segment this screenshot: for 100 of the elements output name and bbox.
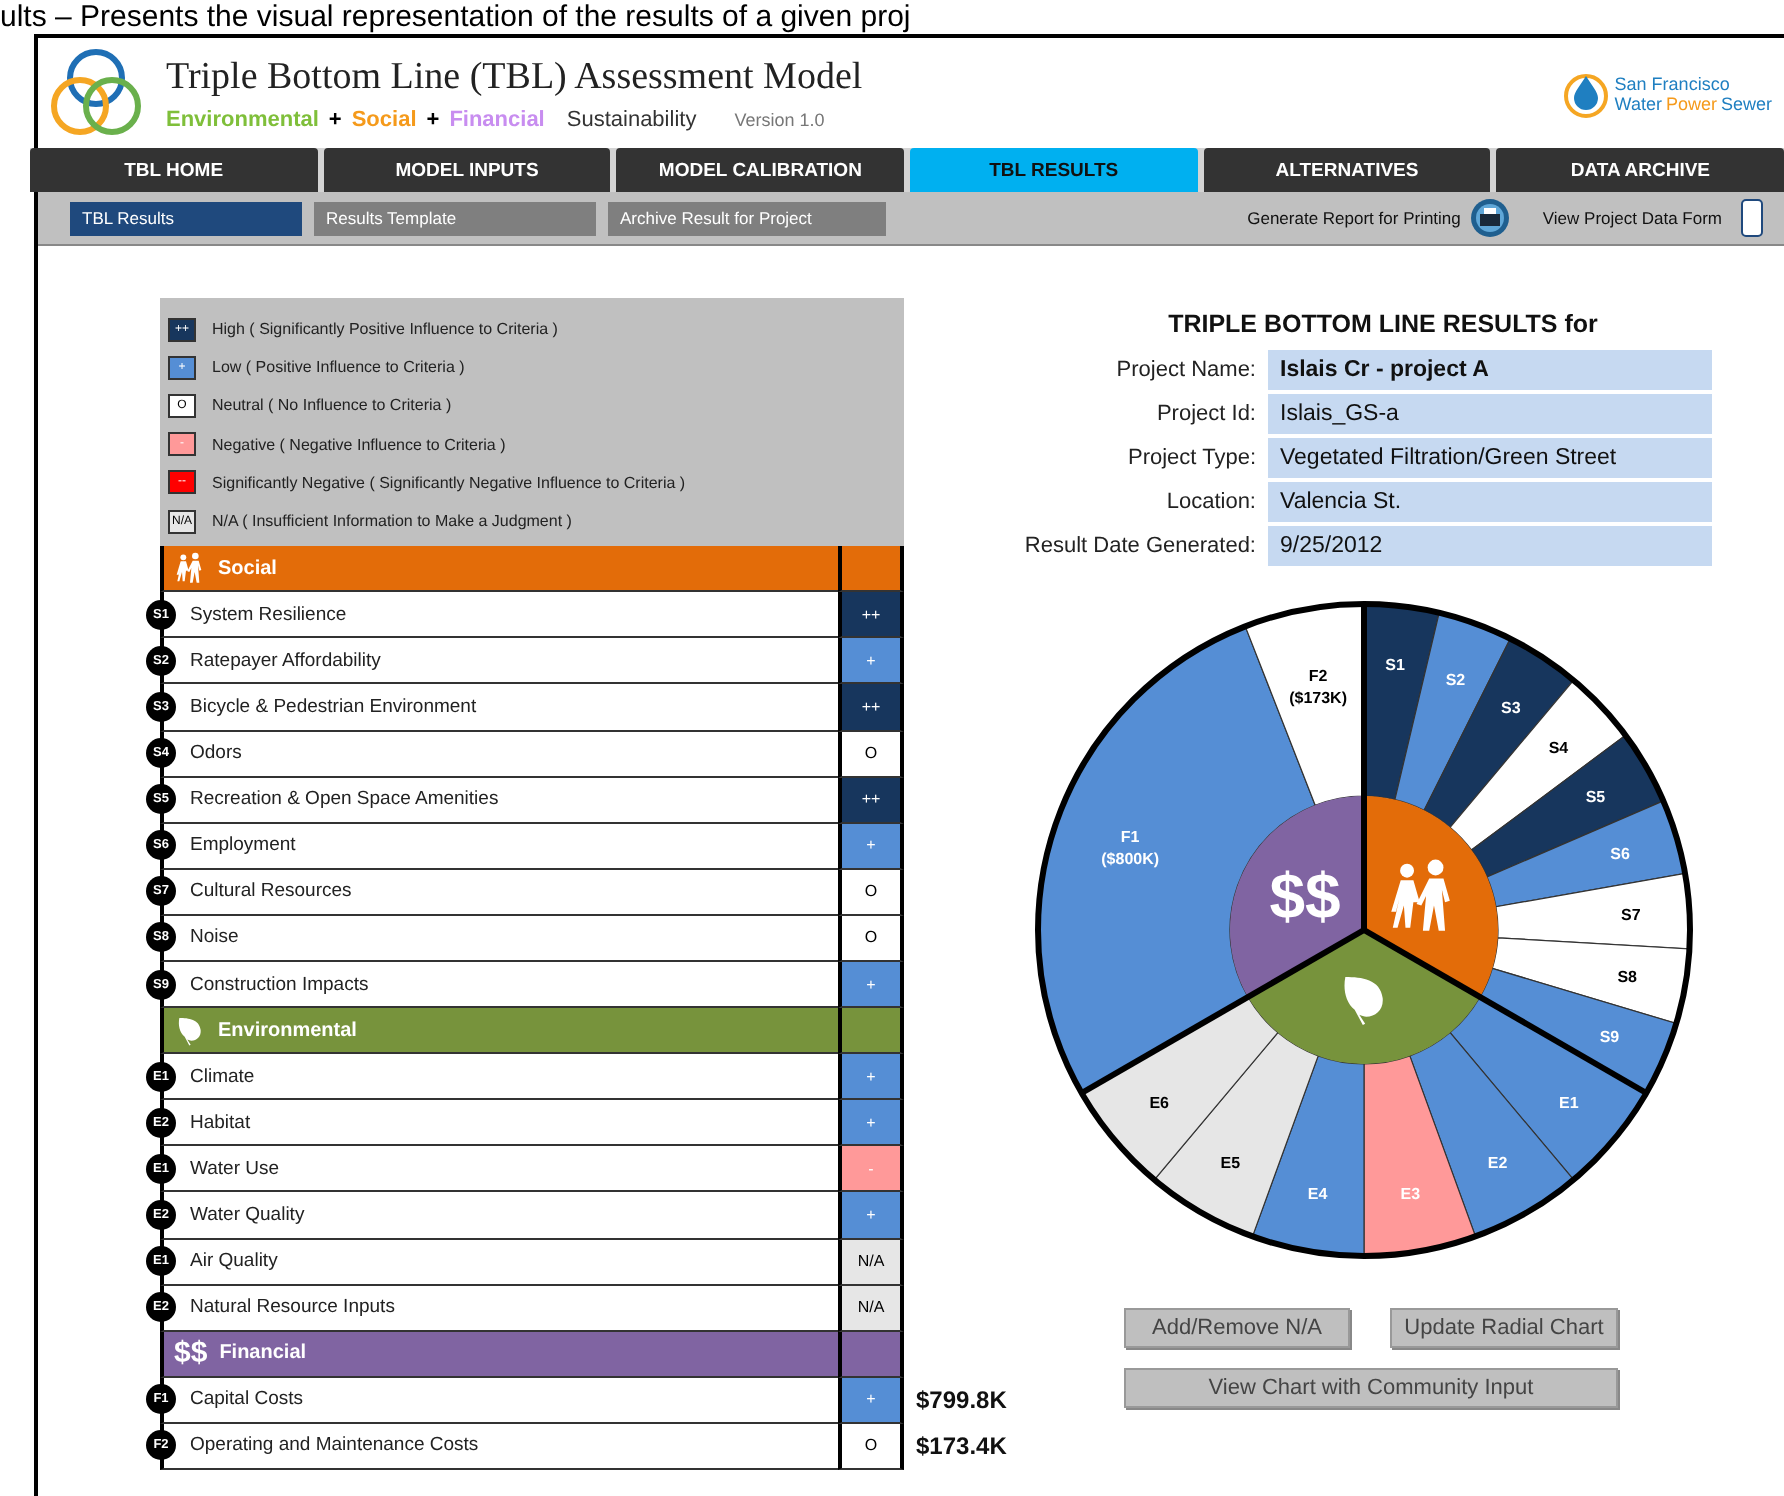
criterion-name: Cultural Resources xyxy=(190,880,352,903)
wedge-label: S2 xyxy=(1445,670,1466,689)
criterion-name: Capital Costs xyxy=(190,1388,303,1411)
sub-tab[interactable]: TBL Results xyxy=(70,201,302,235)
printer-icon xyxy=(1470,198,1511,238)
criterion-name: Recreation & Open Space Amenities xyxy=(190,788,499,811)
legend-text: Significantly Negative ( Significantly Negative Influence to Criteria ) xyxy=(212,473,686,492)
rating-cell: ++ xyxy=(838,592,904,639)
cost-amount: $799.8K xyxy=(916,1384,1007,1419)
nav-tab[interactable]: MODEL INPUTS xyxy=(323,148,611,192)
action-link[interactable]: Generate Report for Printing xyxy=(1247,198,1511,238)
rating-cell: + xyxy=(838,1054,904,1101)
action-button[interactable]: Update Radial Chart xyxy=(1390,1308,1618,1348)
action-button[interactable]: View Chart with Community Input xyxy=(1124,1368,1618,1408)
tagline-word: Social xyxy=(351,107,417,131)
criterion-name: Water Use xyxy=(190,1157,280,1180)
wedge-label: S3 xyxy=(1501,698,1521,717)
leaf-icon xyxy=(1344,977,1383,1026)
legend-text: Neutral ( No Influence to Criteria ) xyxy=(212,396,452,415)
rating-cell: + xyxy=(838,1377,904,1424)
wedge-label: E4 xyxy=(1307,1185,1328,1204)
criterion-name: Bicycle & Pedestrian Environment xyxy=(190,695,477,718)
agency-name: San Francisco xyxy=(1614,73,1732,93)
wedge-label: S6 xyxy=(1610,845,1630,864)
water-drop-logo-icon xyxy=(1564,69,1609,117)
walking-people-icon xyxy=(174,552,206,585)
criterion-name: System Resilience xyxy=(190,603,347,626)
app-title: Triple Bottom Line (TBL) Assessment Model xyxy=(166,55,863,99)
wedge-label: F2 xyxy=(1308,666,1328,685)
rating-cell: N/A xyxy=(838,1239,904,1286)
results-title: TRIPLE BOTTOM LINE RESULTS for xyxy=(1166,310,1600,338)
criterion-name: Natural Resource Inputs xyxy=(190,1296,395,1319)
dollar-sign-icon: $$ xyxy=(1269,860,1341,932)
tagline-word: + xyxy=(328,107,342,131)
wedge-label: E6 xyxy=(1149,1093,1169,1112)
action-link[interactable]: View Project Data Form xyxy=(1542,198,1772,238)
agency-word: Sewer xyxy=(1720,93,1772,113)
rating-cell: ++ xyxy=(838,777,904,824)
section-title: Environmental xyxy=(218,1019,357,1042)
field-value: Valencia St. xyxy=(1268,482,1712,522)
nav-tab[interactable]: TBL HOME xyxy=(30,148,318,192)
tagline-word: + xyxy=(426,107,440,131)
wedge-amount: ($800K) xyxy=(1101,850,1160,869)
section-title: Social xyxy=(218,557,277,580)
legend-text: High ( Significantly Positive Influence to Criteria ) xyxy=(212,320,558,339)
rating-cell: + xyxy=(838,1192,904,1240)
wedge-label: E2 xyxy=(1487,1153,1508,1172)
rating-cell: + xyxy=(838,638,904,685)
rating-cell: + xyxy=(838,1100,904,1147)
action-button[interactable]: Add/Remove N/A xyxy=(1124,1308,1350,1348)
criterion-name: Water Quality xyxy=(190,1203,305,1226)
wedge-label: S1 xyxy=(1385,656,1405,675)
rating-cell: O xyxy=(838,731,904,778)
rating-cell: + xyxy=(838,961,904,1009)
rating-cell: - xyxy=(838,1146,904,1193)
nav-tab[interactable]: MODEL CALIBRATION xyxy=(616,148,905,192)
version-label: Version 1.0 xyxy=(734,109,825,129)
field-label: Location: xyxy=(1164,488,1256,518)
leaf-icon xyxy=(174,1014,206,1047)
sub-tab[interactable]: Results Template xyxy=(314,201,596,235)
rating-cell: + xyxy=(838,823,904,870)
criterion-name: Odors xyxy=(190,742,242,765)
criterion-name: Employment xyxy=(190,834,296,857)
criterion-name: Construction Impacts xyxy=(190,973,369,996)
field-value: 9/25/2012 xyxy=(1268,526,1712,566)
wedge-label: S4 xyxy=(1548,738,1569,757)
sub-tab[interactable]: Archive Result for Project xyxy=(608,201,886,235)
tagline-word: Financial xyxy=(449,107,545,131)
criterion-name: Operating and Maintenance Costs xyxy=(190,1434,479,1457)
rating-cell: O xyxy=(838,1423,904,1470)
wedge-label: E3 xyxy=(1400,1185,1421,1204)
field-value: Islais Cr - project A xyxy=(1268,350,1712,390)
wedge-amount: ($173K) xyxy=(1289,688,1347,707)
wedge-label: E5 xyxy=(1220,1153,1241,1172)
nav-tab[interactable]: ALTERNATIVES xyxy=(1203,148,1491,192)
nav-tab[interactable]: DATA ARCHIVE xyxy=(1496,148,1784,192)
legend-text: Low ( Positive Influence to Criteria ) xyxy=(212,358,465,377)
tagline-word: Environmental xyxy=(166,107,319,131)
dollar-sign-icon: $$ xyxy=(174,1336,208,1371)
field-value: Islais_GS-a xyxy=(1268,394,1712,434)
rating-cell: O xyxy=(838,869,904,916)
field-label: Result Date Generated: xyxy=(1022,532,1256,562)
document-text: ults – Presents the visual representation of the results of a given proj xyxy=(0,0,913,34)
field-value: Vegetated Filtration/Green Street xyxy=(1268,438,1712,478)
field-label: Project Id: xyxy=(1154,400,1256,430)
walking-people-icon xyxy=(1391,859,1450,931)
wedge-label: F1 xyxy=(1120,828,1140,847)
rating-cell: ++ xyxy=(838,684,904,731)
rating-cell: O xyxy=(838,915,904,962)
tagline-word: Sustainability xyxy=(566,107,697,131)
wedge-label: S5 xyxy=(1585,788,1606,807)
wedge-label: S9 xyxy=(1599,1027,1620,1046)
nav-tab[interactable]: TBL RESULTS xyxy=(910,148,1198,192)
wedge-label: E1 xyxy=(1559,1093,1579,1112)
field-label: Project Type: xyxy=(1126,444,1256,474)
criterion-name: Ratepayer Affordability xyxy=(190,649,381,672)
cost-amount: $173.4K xyxy=(916,1430,1007,1465)
agency-word: Power xyxy=(1665,93,1717,113)
legend-text: N/A ( Insufficient Information to Make a Judgment ) xyxy=(212,512,572,531)
criterion-name: Air Quality xyxy=(190,1250,278,1273)
